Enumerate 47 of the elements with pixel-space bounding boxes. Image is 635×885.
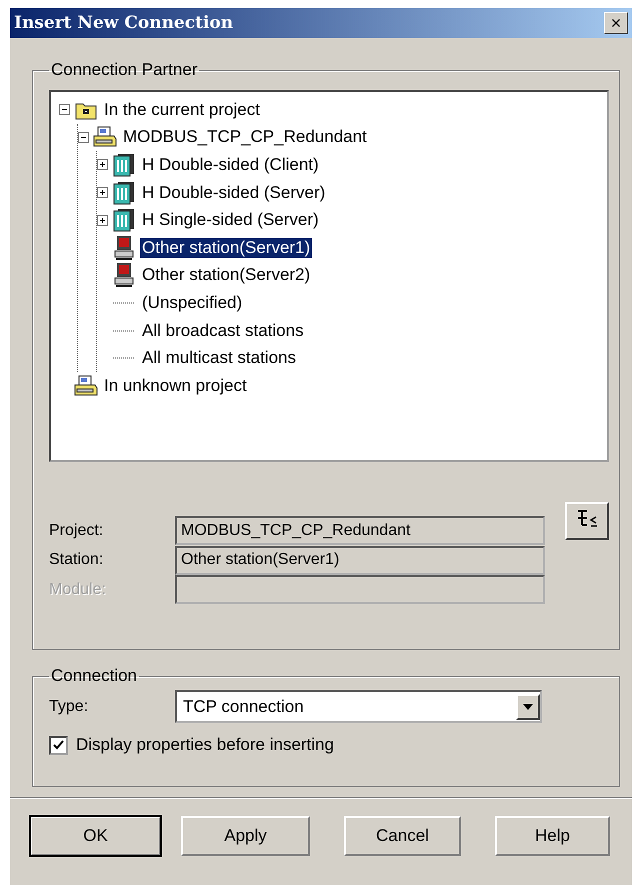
printer-icon bbox=[93, 126, 117, 148]
tree-item[interactable]: H Single-sided (Server) bbox=[140, 210, 321, 230]
dotted-line-icon bbox=[113, 328, 135, 333]
dialog-button[interactable]: Help bbox=[495, 816, 610, 856]
dotted-line-icon bbox=[113, 300, 135, 305]
tree-item[interactable]: H Double-sided (Client) bbox=[140, 154, 321, 175]
close-button[interactable]: × bbox=[604, 12, 628, 34]
collapse-icon[interactable] bbox=[78, 132, 89, 143]
printer-icon bbox=[74, 374, 98, 397]
tree-item[interactable]: MODBUS_TCP_CP_Redundant bbox=[121, 127, 369, 148]
tree-item[interactable]: (Unspecified) bbox=[140, 292, 244, 313]
expand-icon[interactable] bbox=[97, 159, 108, 170]
tree-item[interactable]: All multicast stations bbox=[140, 348, 298, 368]
rack-icon bbox=[112, 208, 136, 232]
dotted-line-icon bbox=[113, 356, 135, 360]
dropdown[interactable]: TCP connection bbox=[175, 690, 542, 723]
field-label: Station: bbox=[49, 551, 104, 570]
group-title: Connection Partner bbox=[50, 60, 198, 80]
computer-icon bbox=[113, 262, 135, 288]
window-title: Insert New Connection bbox=[14, 13, 234, 33]
checkbox[interactable] bbox=[49, 736, 68, 754]
tree-item[interactable]: In unknown project bbox=[102, 376, 249, 396]
tree-item[interactable]: All broadcast stations bbox=[140, 320, 306, 341]
dropdown-value: TCP connection bbox=[183, 696, 304, 716]
rack-icon bbox=[112, 180, 136, 205]
input-field[interactable] bbox=[175, 575, 545, 604]
input-field[interactable]: Other station(Server1) bbox=[175, 546, 545, 575]
pick-button[interactable] bbox=[565, 502, 609, 540]
collapse-icon[interactable] bbox=[59, 104, 70, 116]
input-field[interactable]: MODBUS_TCP_CP_Redundant bbox=[175, 516, 545, 546]
tree-item[interactable]: Other station(Server1) bbox=[140, 238, 312, 258]
dropdown-arrow-icon bbox=[523, 704, 533, 710]
expand-icon[interactable] bbox=[97, 187, 108, 198]
computer-icon bbox=[113, 234, 135, 261]
field-label: Type: bbox=[49, 698, 90, 716]
expand-icon[interactable] bbox=[97, 214, 108, 226]
tree-item[interactable]: In the current project bbox=[102, 100, 262, 120]
dialog-button[interactable]: OK bbox=[30, 816, 161, 856]
check-icon bbox=[53, 740, 64, 750]
dialog-button[interactable]: Apply bbox=[181, 816, 310, 856]
tree-item[interactable]: Other station(Server2) bbox=[140, 265, 312, 286]
field-label: Project: bbox=[49, 522, 104, 540]
dialog-button[interactable]: Cancel bbox=[344, 816, 461, 856]
tree-item[interactable]: H Double-sided (Server) bbox=[140, 182, 328, 203]
group-title: Connection bbox=[50, 666, 138, 686]
checkbox-label: Display properties before inserting bbox=[76, 735, 334, 755]
rack-icon bbox=[112, 152, 136, 177]
